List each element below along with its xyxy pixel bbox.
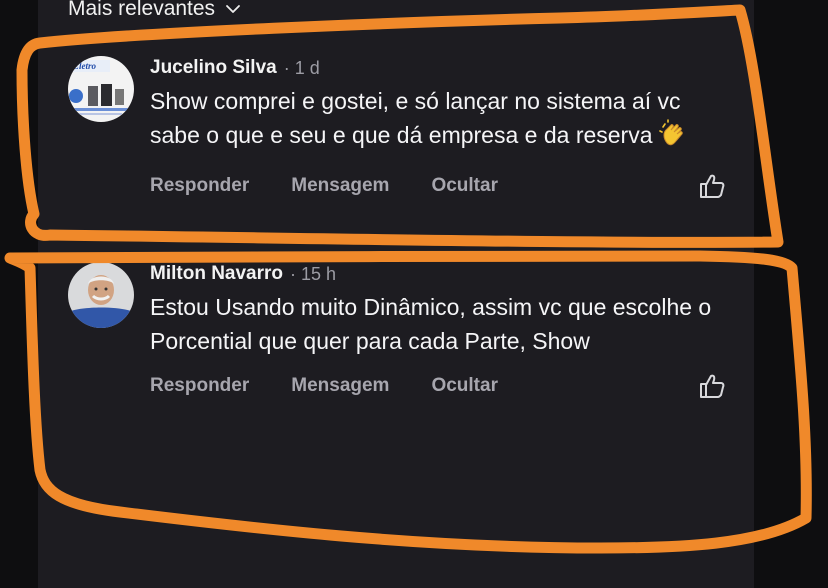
thumbs-up-icon[interactable] bbox=[698, 172, 726, 200]
message-button[interactable]: Mensagem bbox=[291, 375, 389, 397]
reply-button[interactable]: Responder bbox=[150, 375, 249, 397]
sort-dropdown[interactable]: Mais relevantes bbox=[68, 0, 241, 24]
chevron-down-icon bbox=[226, 5, 240, 13]
meta-separator: · bbox=[290, 263, 297, 284]
avatar-image: Eletro bbox=[68, 56, 134, 122]
reply-button[interactable]: Responder bbox=[150, 175, 249, 197]
avatar[interactable]: Eletro bbox=[68, 56, 134, 122]
sort-label: Mais relevantes bbox=[68, 0, 216, 20]
comment-time: 15 h bbox=[301, 263, 337, 284]
hide-button[interactable]: Ocultar bbox=[431, 375, 498, 397]
avatar-image bbox=[68, 262, 134, 328]
message-button[interactable]: Mensagem bbox=[291, 175, 389, 197]
meta-separator: · bbox=[283, 57, 290, 78]
clapping-hands-emoji bbox=[658, 119, 689, 158]
comment-actions: Responder Mensagem Ocultar bbox=[150, 172, 732, 200]
comment-actions: Responder Mensagem Ocultar bbox=[150, 372, 732, 400]
comment-author[interactable]: Milton Navarro bbox=[150, 263, 283, 285]
comment-text: Estou Usando muito Dinâmico, assim vc qu… bbox=[150, 294, 712, 354]
comment-text: Show comprei e gostei, e só lançar no si… bbox=[150, 84, 735, 158]
comment-time: 1 d bbox=[294, 57, 320, 78]
hide-button[interactable]: Ocultar bbox=[431, 175, 498, 197]
thumbs-up-icon[interactable] bbox=[698, 372, 726, 400]
comment-author[interactable]: Jucelino Silva bbox=[150, 57, 277, 79]
avatar[interactable] bbox=[68, 262, 134, 328]
